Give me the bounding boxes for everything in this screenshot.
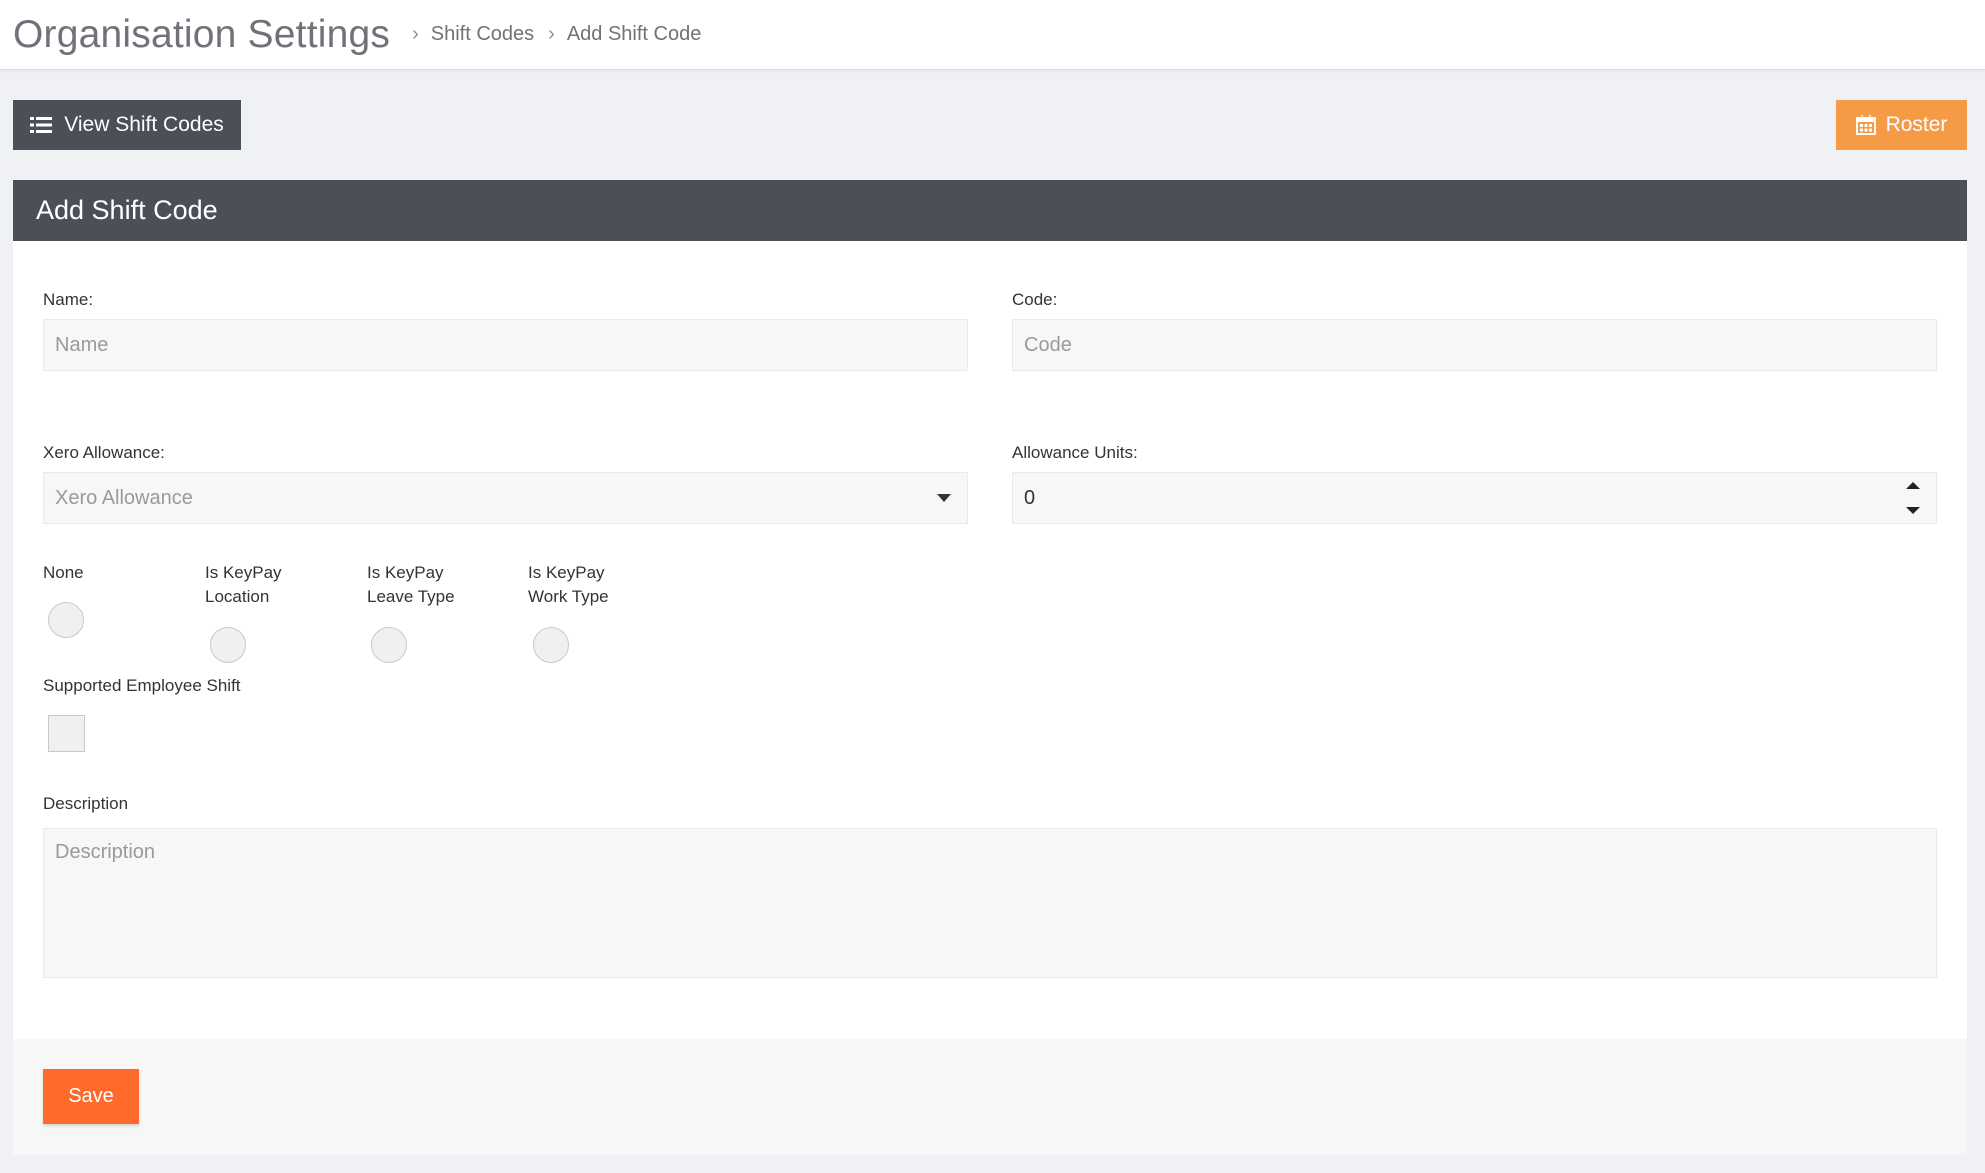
form-footer: Save [13,1039,1967,1155]
roster-button[interactable]: Roster [1836,100,1967,150]
breadcrumb-shift-codes[interactable]: Shift Codes [431,23,534,46]
description-label: Description [43,794,129,813]
spin-up-icon[interactable] [1906,482,1920,489]
radio-keypay-work-type-label: Is KeyPay Work Type [528,563,609,606]
name-input[interactable]: Name [43,319,968,371]
supported-employee-shift-checkbox[interactable] [48,715,85,752]
view-shift-codes-label: View Shift Codes [64,113,224,136]
view-shift-codes-button[interactable]: View Shift Codes [13,100,241,150]
allowance-units-value: 0 [1024,486,1036,509]
spin-down-icon[interactable] [1906,507,1920,514]
chevron-right-icon: › [548,23,555,45]
xero-allowance-label: Xero Allowance: [43,443,165,462]
xero-allowance-select[interactable]: Xero Allowance [43,472,968,524]
name-label: Name: [43,290,94,309]
code-label: Code: [1012,290,1058,309]
radio-keypay-leave-type[interactable] [371,627,407,663]
calendar-icon [1855,115,1876,135]
page-title: Organisation Settings [13,12,391,56]
panel-title: Add Shift Code [13,180,1967,241]
description-textarea[interactable]: Description [43,828,1937,978]
breadcrumb-add-shift-code: Add Shift Code [566,23,702,45]
radio-none-label: None [43,563,84,582]
list-icon [30,116,53,134]
save-button[interactable]: Save [43,1069,139,1124]
roster-label: Roster [1885,113,1948,136]
allowance-units-label: Allowance Units: [1012,443,1138,462]
radio-keypay-location-label: Is KeyPay Location [205,563,282,606]
supported-employee-shift-label: Supported Employee Shift [43,676,241,695]
caret-down-icon [937,494,951,502]
radio-none[interactable] [48,602,84,638]
xero-allowance-placeholder: Xero Allowance [55,486,193,509]
radio-keypay-leave-type-label: Is KeyPay Leave Type [367,563,455,606]
radio-keypay-location[interactable] [210,627,246,663]
code-placeholder: Code [1024,333,1072,356]
add-shift-code-panel: Add Shift Code Name: Name Code: Code Xer… [13,180,1967,1155]
radio-keypay-work-type[interactable] [533,627,569,663]
name-placeholder: Name [55,333,109,356]
allowance-units-input[interactable]: 0 [1012,472,1937,524]
description-placeholder: Description [55,841,156,863]
chevron-right-icon: › [412,23,419,45]
top-bar: Organisation Settings › Shift Codes › Ad… [0,0,1985,70]
code-input[interactable]: Code [1012,319,1937,371]
